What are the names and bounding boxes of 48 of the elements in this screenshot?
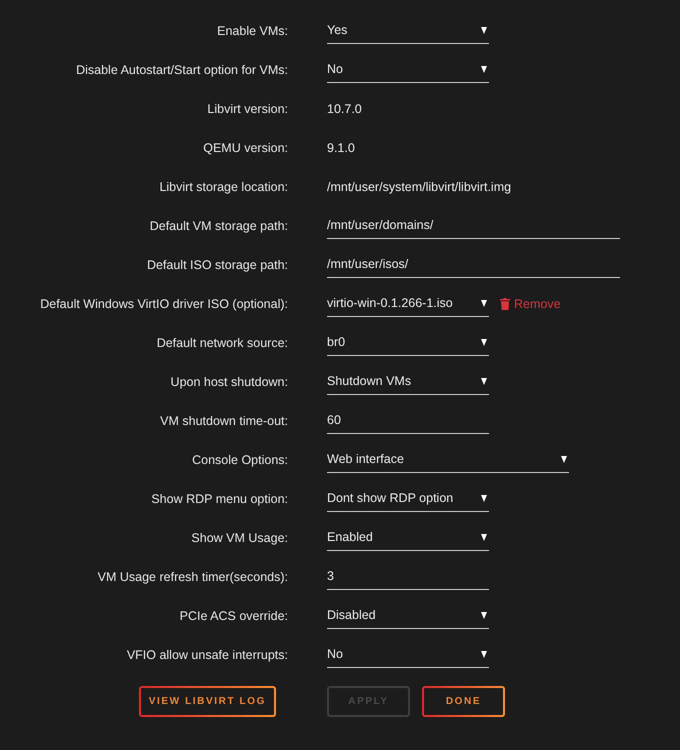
remove-link[interactable]: Remove <box>500 296 561 310</box>
caret-icon <box>481 612 487 618</box>
trash-icon <box>500 298 510 310</box>
setting-label: Show VM Usage: <box>191 530 288 544</box>
setting-label: Default ISO storage path: <box>146 258 288 272</box>
dropdown[interactable]: Web interface <box>327 446 569 473</box>
dropdown[interactable]: virtio-win-0.1.266-1.iso <box>327 290 489 317</box>
setting-label: Default network source: <box>156 336 288 350</box>
setting-label: Default VM storage path: <box>150 218 288 232</box>
setting-label: Show RDP menu option: <box>151 492 288 506</box>
setting-label: Libvirt version: <box>207 102 288 116</box>
caret-icon <box>481 338 487 346</box>
dropdown[interactable]: No <box>327 641 489 668</box>
action-button[interactable]: DONE <box>422 686 505 717</box>
setting-value: /mnt/user/system/libvirt/libvirt.img <box>327 180 512 194</box>
text-field[interactable]: /mnt/user/isos/ <box>327 251 620 278</box>
dropdown[interactable]: Disabled <box>327 602 489 629</box>
setting-label: VM shutdown time-out: <box>160 414 288 428</box>
caret-icon <box>481 66 487 72</box>
dropdown[interactable]: Dont show RDP option <box>327 485 489 512</box>
dropdown[interactable]: Enabled <box>327 524 489 551</box>
dropdown[interactable]: br0 <box>327 329 489 356</box>
caret-icon <box>481 494 487 502</box>
caret-icon <box>481 378 487 384</box>
text-field[interactable]: 3 <box>327 563 489 590</box>
setting-label: Libvirt storage location: <box>159 180 288 194</box>
caret-icon <box>561 456 567 462</box>
setting-label: QEMU version: <box>203 140 288 154</box>
text-field[interactable]: /mnt/user/domains/ <box>327 212 620 239</box>
setting-value: 10.7.0 <box>327 102 362 116</box>
dropdown[interactable]: No <box>327 56 489 83</box>
setting-label: VM Usage refresh timer(seconds): <box>98 570 288 584</box>
setting-label: Upon host shutdown: <box>170 374 288 388</box>
setting-label: VFIO allow unsafe interrupts: <box>126 648 288 662</box>
caret-icon <box>481 534 487 540</box>
dropdown[interactable]: Yes <box>327 17 489 44</box>
text-field[interactable]: 60 <box>327 407 489 434</box>
setting-label: Default Windows VirtIO driver ISO (optional): <box>40 296 288 310</box>
caret-icon <box>481 650 487 658</box>
dropdown[interactable]: Shutdown VMs <box>327 368 489 395</box>
setting-label: Enable VMs: <box>217 24 288 38</box>
setting-label: PCIe ACS override: <box>180 608 288 622</box>
caret-icon <box>481 300 487 306</box>
caret-icon <box>481 26 487 34</box>
setting-label: Disable Autostart/Start option for VMs: <box>76 62 288 76</box>
setting-value: 9.1.0 <box>327 140 355 154</box>
action-button[interactable]: VIEW LIBVIRT LOG <box>138 686 276 717</box>
setting-label: Console Options: <box>192 452 288 466</box>
